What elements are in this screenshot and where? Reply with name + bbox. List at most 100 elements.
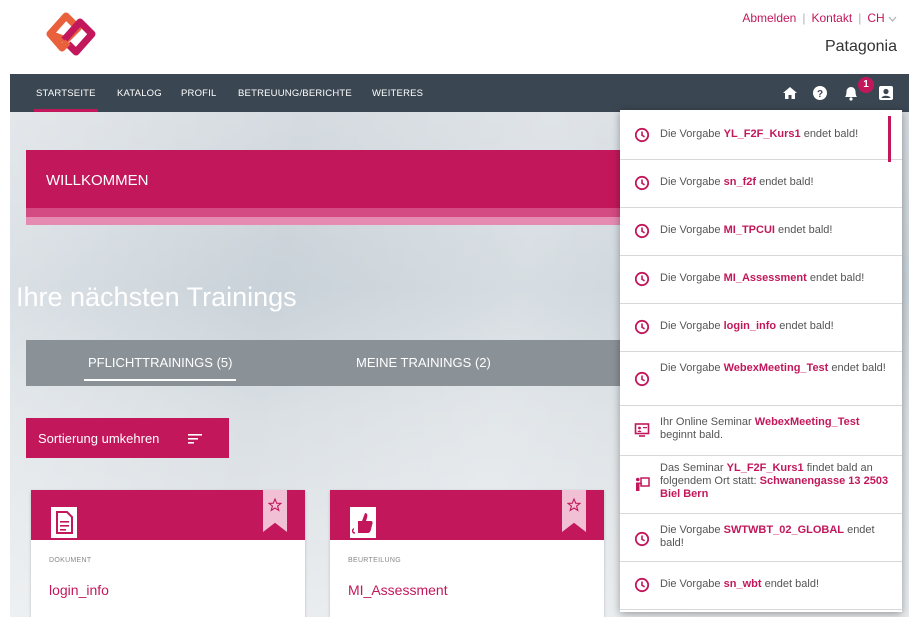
card-type: DOKUMENT: [49, 557, 92, 564]
notification-item[interactable]: Ihr Online Seminar WebexMeeting_Test beg…: [620, 406, 902, 456]
presenter-icon: [636, 477, 650, 491]
tab-pflichttrainings[interactable]: PFLICHTTRAININGS (5): [83, 355, 237, 381]
nav-item-katalog[interactable]: KATALOG: [117, 88, 162, 99]
banner-stripe: [26, 208, 636, 217]
sort-button-label: Sortierung umkehren: [38, 431, 160, 446]
logout-link[interactable]: Abmelden: [742, 11, 796, 25]
notification-item[interactable]: Die Vorgabe MI_Assessment endet bald!: [620, 256, 902, 304]
language-selector[interactable]: CH: [867, 11, 897, 25]
notification-item-name[interactable]: YL_F2F_Kurs1: [724, 128, 801, 140]
notification-item-name[interactable]: sn_wbt: [724, 578, 762, 590]
notification-item[interactable]: Die Vorgabe YL_F2F_Kurs1 endet bald!: [620, 110, 902, 160]
clock-icon: [634, 175, 650, 191]
notification-item[interactable]: Die Vorgabe MI_TPCUI endet bald!: [620, 208, 902, 256]
link-separator: |: [802, 11, 806, 25]
notification-text: Das Seminar YL_F2F_Kurs1 findet bald an …: [660, 462, 890, 501]
notification-item-name[interactable]: SWTWBT_02_GLOBAL: [724, 524, 844, 536]
clock-icon: [634, 271, 650, 287]
notification-item-name[interactable]: login_info: [724, 320, 777, 332]
welcome-banner: WILLKOMMEN: [26, 150, 636, 208]
notification-prefix: Die Vorgabe: [660, 272, 724, 284]
clock-icon: [634, 319, 650, 335]
notification-suffix: endet bald!: [756, 176, 814, 188]
notification-text: Die Vorgabe WebexMeeting_Test endet bald…: [660, 362, 890, 375]
clock-icon: [634, 127, 650, 143]
clock-icon: [634, 531, 650, 547]
clock-icon: [634, 577, 650, 593]
notification-suffix: endet bald!: [828, 362, 886, 374]
notification-text: Ihr Online Seminar WebexMeeting_Test beg…: [660, 416, 890, 442]
banner-stripe: [26, 217, 636, 225]
star-icon[interactable]: [567, 498, 581, 512]
notification-prefix: Die Vorgabe: [660, 320, 724, 332]
notification-suffix: endet bald!: [806, 272, 865, 284]
notification-item[interactable]: Die Vorgabe login_info endet bald!: [620, 304, 902, 352]
user-icon[interactable]: [876, 83, 896, 103]
notification-item-name[interactable]: MI_Assessment: [724, 272, 807, 284]
notification-prefix: Die Vorgabe: [660, 176, 724, 188]
card-title[interactable]: login_info: [49, 582, 109, 598]
notification-prefix: Ihr Online Seminar: [660, 416, 755, 428]
link-separator: |: [858, 11, 862, 25]
scrollbar[interactable]: [888, 116, 891, 162]
notification-item-name[interactable]: sn_f2f: [724, 176, 756, 188]
trainings-heading: Ihre nächsten Trainings: [16, 282, 297, 312]
notifications-dropdown: Die Vorgabe sn_wbt endet bald! Die Vorgab…: [620, 110, 902, 612]
star-icon[interactable]: [268, 498, 282, 512]
welcome-title: WILLKOMMEN: [46, 172, 149, 189]
notification-badge: 1: [858, 77, 874, 93]
notification-suffix: endet bald!: [774, 224, 833, 236]
notification-item[interactable]: Die Vorgabe SWTWBT_02_GLOBAL endet bald!: [620, 514, 902, 562]
notification-text: Die Vorgabe MI_Assessment endet bald!: [660, 272, 890, 285]
thumbs-up-icon: [351, 513, 373, 534]
card-title[interactable]: MI_Assessment: [348, 582, 448, 598]
notification-text: Die Vorgabe SWTWBT_02_GLOBAL endet bald!: [660, 524, 890, 550]
notification-item-name[interactable]: MI_TPCUI: [724, 224, 775, 236]
notification-item[interactable]: Die Vorgabe sn_wbt endet bald!: [620, 562, 902, 610]
language-label: CH: [867, 11, 885, 25]
notification-text: Die Vorgabe login_info endet bald!: [660, 320, 890, 333]
notification-suffix: beginnt bald.: [660, 429, 723, 441]
organization-name: Patagonia: [824, 38, 897, 55]
card-type: BEURTEILUNG: [348, 557, 401, 564]
notification-item-name[interactable]: YL_F2F_Kurs1: [727, 462, 804, 474]
notification-prefix: Die Vorgabe: [660, 524, 724, 536]
notification-prefix: Das Seminar: [660, 462, 727, 474]
home-icon[interactable]: [780, 83, 800, 103]
training-card[interactable]: DOKUMENT login_info: [31, 490, 305, 617]
sort-icon: [188, 434, 202, 444]
training-card[interactable]: BEURTEILUNG MI_Assessment: [330, 490, 604, 617]
notification-suffix: endet bald!: [776, 320, 834, 332]
notification-item[interactable]: Die Vorgabe WebexMeeting_Test endet bald…: [620, 352, 902, 406]
card-icon-box: [348, 505, 378, 540]
nav-item-startseite[interactable]: STARTSEITE: [34, 88, 98, 112]
clock-icon: [634, 371, 650, 387]
sort-reverse-button[interactable]: Sortierung umkehren: [26, 418, 229, 458]
webinar-icon: [634, 423, 650, 437]
clock-icon: [634, 223, 650, 239]
notification-item-name[interactable]: WebexMeeting_Test: [724, 362, 829, 374]
notification-text: Die Vorgabe YL_F2F_Kurs1 endet bald!: [660, 128, 890, 141]
brand-logo[interactable]: [28, 4, 108, 64]
help-icon[interactable]: ?: [810, 83, 830, 103]
notification-item-name[interactable]: WebexMeeting_Test: [755, 416, 860, 428]
nav-item-profil[interactable]: PROFIL: [181, 88, 217, 99]
notification-text: Die Vorgabe MI_TPCUI endet bald!: [660, 224, 890, 237]
notification-suffix: endet bald!: [800, 128, 859, 140]
nav-item-weiteres[interactable]: WEITERES: [372, 88, 423, 99]
nav-item-betreuung[interactable]: BETREUUNG/BERICHTE: [238, 88, 352, 99]
notification-prefix: Die Vorgabe: [660, 128, 724, 140]
notification-text: Die Vorgabe sn_f2f endet bald!: [660, 176, 890, 189]
notification-prefix: Die Vorgabe: [660, 362, 724, 374]
notification-item[interactable]: Die Vorgabe sn_f2f endet bald!: [620, 160, 902, 208]
notification-item[interactable]: Das Seminar YL_F2F_Kurs1 findet bald an …: [620, 456, 902, 514]
trainings-tabs: PFLICHTTRAININGS (5) MEINE TRAININGS (2): [26, 340, 636, 386]
notification-suffix: endet bald!: [761, 578, 820, 590]
top-header: Abmelden | Kontakt | CH Patagonia: [0, 0, 909, 74]
tab-meine-trainings[interactable]: MEINE TRAININGS (2): [356, 355, 491, 370]
contact-link[interactable]: Kontakt: [811, 11, 852, 25]
svg-text:?: ?: [817, 89, 823, 100]
card-icon-box: [49, 505, 79, 540]
chevron-down-icon: [888, 16, 897, 22]
document-icon: [56, 511, 73, 534]
